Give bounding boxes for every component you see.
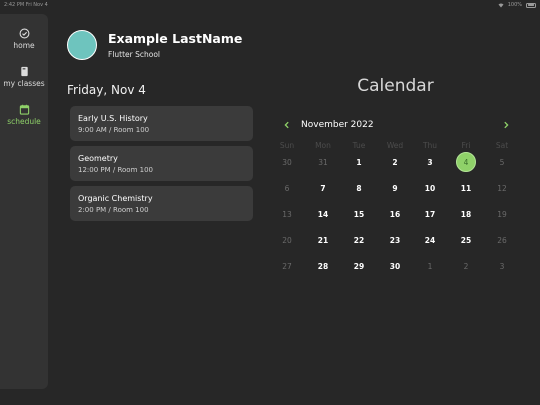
class-title: Geometry bbox=[78, 154, 118, 163]
class-card[interactable]: Early U.S. History 9:00 AM / Room 100 bbox=[70, 106, 253, 141]
wifi-icon bbox=[498, 3, 504, 7]
month-label: November 2022 bbox=[301, 120, 374, 130]
calendar-day[interactable]: 1 bbox=[420, 256, 440, 276]
calendar-day-selected[interactable]: 4 bbox=[456, 152, 476, 172]
calendar-day[interactable]: 27 bbox=[277, 256, 297, 276]
calendar-day[interactable]: 25 bbox=[456, 230, 476, 250]
weekday-label: Fri bbox=[461, 141, 471, 150]
calendar-day[interactable]: 3 bbox=[492, 256, 512, 276]
sidebar-item-schedule[interactable]: schedule bbox=[0, 104, 48, 126]
calendar-day[interactable]: 26 bbox=[492, 230, 512, 250]
sidebar-item-label: my classes bbox=[3, 79, 45, 88]
sidebar-item-label: home bbox=[13, 41, 35, 50]
sidebar-item-label: schedule bbox=[7, 117, 41, 126]
class-card[interactable]: Geometry 12:00 PM / Room 100 bbox=[70, 146, 253, 181]
calendar-day[interactable]: 14 bbox=[313, 204, 333, 224]
calendar-day[interactable]: 15 bbox=[349, 204, 369, 224]
calendar-day[interactable]: 5 bbox=[492, 152, 512, 172]
calendar-day[interactable]: 2 bbox=[385, 152, 405, 172]
calendar-day[interactable]: 17 bbox=[420, 204, 440, 224]
class-meta: 9:00 AM / Room 100 bbox=[78, 126, 150, 134]
sidebar: home my classes schedule bbox=[0, 14, 48, 389]
calendar-day[interactable]: 8 bbox=[349, 178, 369, 198]
next-month-button[interactable] bbox=[500, 118, 512, 132]
calendar-day[interactable]: 23 bbox=[385, 230, 405, 250]
weekday-label: Wed bbox=[386, 141, 404, 150]
class-title: Early U.S. History bbox=[78, 114, 148, 123]
weekday-label: Thu bbox=[422, 141, 438, 150]
calendar-day[interactable]: 21 bbox=[313, 230, 333, 250]
status-time-date: 2:42 PM Fri Nov 4 bbox=[4, 2, 48, 8]
calendar-day[interactable]: 18 bbox=[456, 204, 476, 224]
weekday-label: Sat bbox=[495, 141, 509, 150]
sidebar-item-home[interactable]: home bbox=[0, 28, 48, 50]
calendar-day[interactable]: 31 bbox=[313, 152, 333, 172]
calendar-day[interactable]: 12 bbox=[492, 178, 512, 198]
class-title: Organic Chemistry bbox=[78, 194, 153, 203]
status-time: 2:42 PM bbox=[4, 2, 25, 8]
book-icon bbox=[20, 66, 28, 77]
avatar[interactable] bbox=[67, 30, 97, 60]
previous-month-button[interactable] bbox=[281, 118, 293, 132]
weekday-label: Tue bbox=[352, 141, 366, 150]
calendar-day[interactable]: 30 bbox=[277, 152, 297, 172]
sidebar-item-my-classes[interactable]: my classes bbox=[0, 66, 48, 88]
calendar-day[interactable]: 6 bbox=[277, 178, 297, 198]
calendar-day[interactable]: 2 bbox=[456, 256, 476, 276]
class-meta: 12:00 PM / Room 100 bbox=[78, 166, 153, 174]
calendar-day[interactable]: 29 bbox=[349, 256, 369, 276]
calendar-day[interactable]: 20 bbox=[277, 230, 297, 250]
class-card[interactable]: Organic Chemistry 2:00 PM / Room 100 bbox=[70, 186, 253, 221]
calendar-day[interactable]: 22 bbox=[349, 230, 369, 250]
calendar-icon bbox=[19, 104, 29, 115]
check-circle-icon bbox=[19, 28, 29, 39]
battery-icon bbox=[526, 2, 536, 8]
calendar-day[interactable]: 13 bbox=[277, 204, 297, 224]
calendar-title: Calendar bbox=[357, 76, 434, 96]
battery-percent: 100% bbox=[507, 2, 522, 8]
chevron-left-icon bbox=[284, 121, 289, 129]
calendar-day[interactable]: 30 bbox=[385, 256, 405, 276]
weekday-label: Mon bbox=[315, 141, 331, 150]
chevron-right-icon bbox=[504, 121, 509, 129]
calendar-day[interactable]: 16 bbox=[385, 204, 405, 224]
status-right: 100% bbox=[498, 2, 536, 8]
status-date: Fri Nov 4 bbox=[25, 2, 48, 8]
profile-school: Flutter School bbox=[108, 50, 161, 59]
calendar-day[interactable]: 19 bbox=[492, 204, 512, 224]
calendar-day[interactable]: 3 bbox=[420, 152, 440, 172]
status-bar: 2:42 PM Fri Nov 4 100% bbox=[0, 0, 540, 10]
calendar-day[interactable]: 7 bbox=[313, 178, 333, 198]
day-heading: Friday, Nov 4 bbox=[67, 83, 146, 97]
calendar-day[interactable]: 9 bbox=[385, 178, 405, 198]
profile-name: Example LastName bbox=[108, 31, 243, 46]
calendar-month-header: November 2022 bbox=[278, 118, 514, 132]
weekday-label: Sun bbox=[279, 141, 295, 150]
calendar-day[interactable]: 10 bbox=[420, 178, 440, 198]
calendar-day[interactable]: 1 bbox=[349, 152, 369, 172]
class-meta: 2:00 PM / Room 100 bbox=[78, 206, 149, 214]
calendar-day[interactable]: 28 bbox=[313, 256, 333, 276]
calendar-day[interactable]: 24 bbox=[420, 230, 440, 250]
calendar-day[interactable]: 11 bbox=[456, 178, 476, 198]
